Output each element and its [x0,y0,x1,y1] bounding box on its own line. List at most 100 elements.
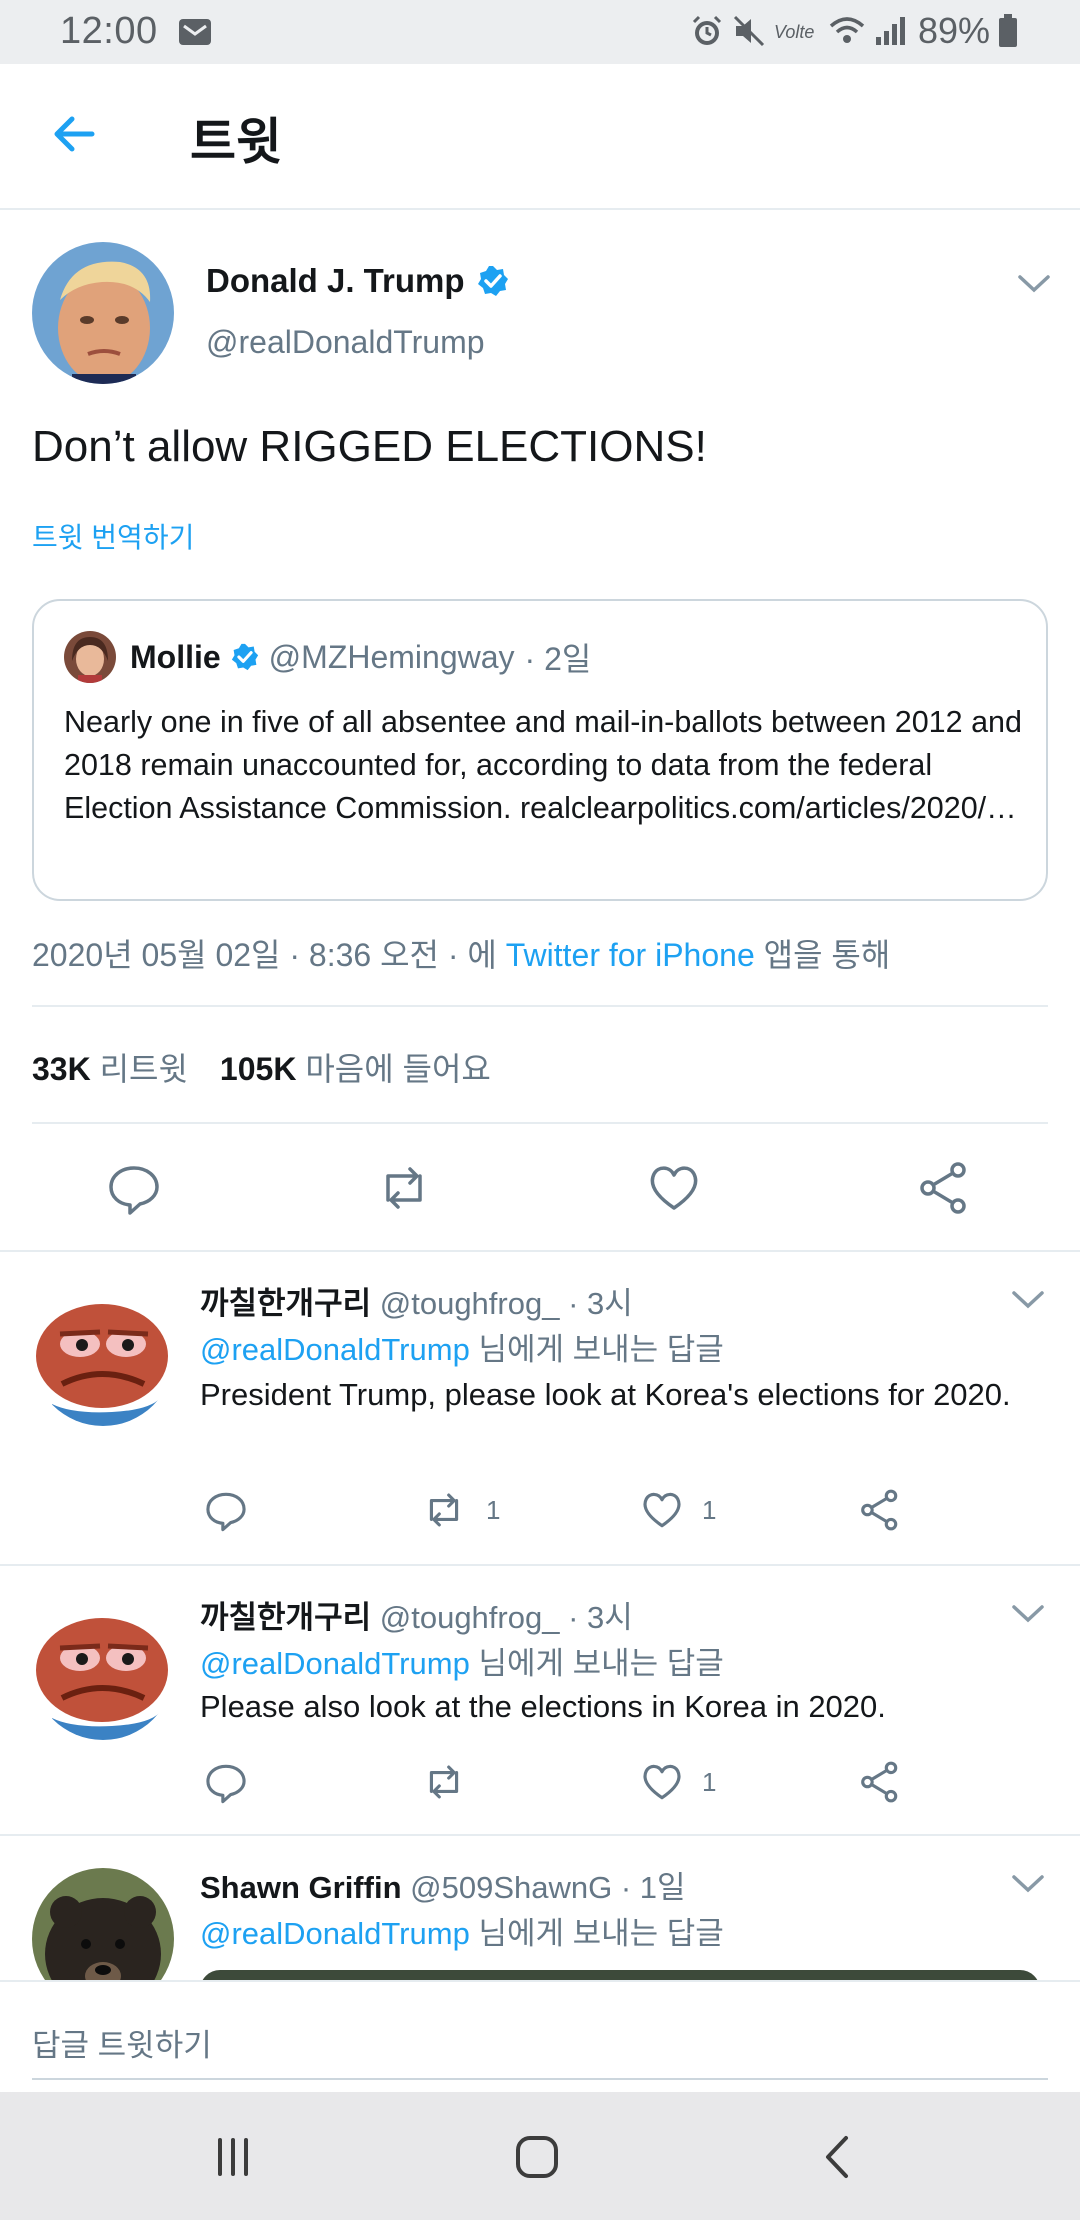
share-icon[interactable] [916,1160,972,1216]
reply-to-handle[interactable]: @realDonaldTrump [200,1332,470,1367]
reply-header: Shawn Griffin @509ShawnG · 1일 [200,1862,686,1907]
retweets-count: 33K [32,1051,91,1087]
reply-author-name[interactable]: Shawn Griffin [200,1870,402,1905]
tweet-client-link[interactable]: Twitter for iPhone [506,937,755,973]
reply-age: · 3시 [568,1600,633,1635]
author-avatar[interactable] [32,242,174,384]
reply-input-placeholder[interactable]: 답글 트윗하기 [32,2020,212,2065]
share-icon [861,1489,898,1531]
reply-action-reply[interactable] [204,1488,248,1532]
signal-icon [875,17,905,45]
divider [0,1250,1080,1252]
reply-author-avatar[interactable] [32,1598,174,1740]
status-icons: Volte 89% [690,10,1018,52]
mail-icon [179,19,211,45]
divider [32,1005,1048,1007]
alarm-icon [692,15,721,45]
recent-apps-icon[interactable] [208,2132,258,2182]
quoted-author-handle: @MZHemingway [268,638,515,675]
reply-to-suffix: 님에게 보내는 답글 [478,1646,724,1681]
like-heart-icon [643,1492,681,1528]
reply-icon [206,1492,246,1532]
reply-author-name[interactable]: 까칠한개구리 [200,1600,371,1635]
chevron-down-icon[interactable] [1016,272,1052,296]
quoted-author-name: Mollie [130,638,221,675]
reply-author-handle: @toughfrog_ [379,1600,560,1635]
reply-to-handle[interactable]: @realDonaldTrump [200,1646,470,1681]
battery-icon [999,14,1017,47]
page-title: 트윗 [190,114,282,170]
quoted-tweet[interactable]: Mollie @MZHemingway · 2일 Nearly one in f… [32,599,1048,901]
reply-to-handle[interactable]: @realDonaldTrump [200,1916,470,1951]
status-bar: 12:00 Volte 89% [0,0,1080,64]
tweet-text: Don’t allow RIGGED ELECTIONS! [32,422,707,471]
verified-badge-icon [231,643,258,671]
reply-icon [206,1764,246,1804]
quoted-tweet-header: Mollie @MZHemingway · 2일 [64,631,591,683]
mute-icon [733,15,764,47]
system-nav-bar [0,2092,1080,2220]
reply-composer[interactable]: 답글 트윗하기 [0,1980,1080,2092]
reply-to-suffix: 님에게 보내는 답글 [478,1332,724,1367]
reply-to-suffix: 님에게 보내는 답글 [478,1916,724,1951]
reply-like-count: 1 [702,1766,717,1797]
reply-age: · 3시 [568,1286,633,1321]
battery-percent: 89% [917,10,990,51]
reply-author-avatar[interactable] [32,1284,174,1426]
reply-action-retweet[interactable] [420,1760,486,1804]
retweets-label: 리트윗 [99,1051,188,1087]
reply-header: 까칠한개구리 @toughfrog_ · 3시 [200,1278,633,1323]
divider [0,1564,1080,1566]
author-name: Donald J. Trump [206,262,465,299]
reply-icon[interactable] [106,1160,162,1216]
retweet-icon [429,1765,459,1799]
chevron-down-icon[interactable] [1010,1602,1046,1626]
reply-tweet[interactable]: Shawn Griffin @509ShawnG · 1일 @realDonal… [0,1836,1080,1980]
quoted-tweet-text: Nearly one in five of all absentee and m… [64,705,1022,825]
tweet-timestamp: 2020년 05월 02일 · 8:36 오전 · 에 [32,937,497,973]
reply-action-share[interactable] [858,1760,902,1804]
reply-to-line: @realDonaldTrump 님에게 보내는 답글 [200,1324,724,1369]
home-icon[interactable] [512,2132,562,2182]
retweets-stat[interactable]: 33K 리트윗 [32,1044,188,1090]
reply-action-like[interactable]: 1 [640,1488,716,1532]
arrow-left-icon[interactable] [48,108,100,160]
like-heart-icon [643,1764,681,1800]
retweet-icon[interactable] [376,1160,432,1216]
reply-text: Please also look at the elections in Kor… [200,1689,886,1724]
reply-author-handle: @509ShawnG [410,1870,613,1905]
reply-author-handle: @toughfrog_ [379,1286,560,1321]
retweet-icon [429,1493,459,1527]
reply-retweet-count: 1 [486,1494,501,1525]
reply-like-count: 1 [702,1494,717,1525]
tweet-stats: 33K 리트윗 105K 마음에 들어요 [32,1044,491,1090]
app-bar: 트윗 [0,64,1080,210]
author-name-row[interactable]: Donald J. Trump [206,262,509,300]
reply-media-preview[interactable] [200,1970,1040,1980]
volte-icon: Volte [774,22,814,42]
reply-action-like[interactable]: 1 [640,1760,716,1804]
likes-label: 마음에 들어요 [305,1051,491,1087]
share-icon [861,1761,898,1803]
reply-age: · 1일 [620,1870,686,1905]
quoted-author-avatar [64,631,116,683]
likes-count: 105K [219,1051,297,1087]
reply-action-share[interactable] [858,1488,902,1532]
tweet-meta: 2020년 05월 02일 · 8:36 오전 · 에 Twitter for … [32,930,890,976]
chevron-down-icon[interactable] [1010,1288,1046,1312]
translate-tweet-link[interactable]: 트윗 번역하기 [32,516,194,556]
like-heart-icon[interactable] [646,1160,702,1216]
reply-action-reply[interactable] [204,1760,248,1804]
reply-text: President Trump, please look at Korea's … [200,1377,1011,1412]
reply-author-avatar[interactable] [32,1868,174,1980]
svg-text:Volte: Volte [774,22,814,42]
reply-action-retweet[interactable]: 1 [420,1488,500,1532]
likes-stat[interactable]: 105K 마음에 들어요 [220,1044,491,1090]
reply-author-name[interactable]: 까칠한개구리 [200,1286,371,1321]
reply-header: 까칠한개구리 @toughfrog_ · 3시 [200,1592,633,1637]
chevron-down-icon[interactable] [1010,1872,1046,1896]
composer-underline [32,2078,1048,2080]
back-nav-icon[interactable] [814,2132,864,2182]
wifi-icon [829,17,865,43]
tweet-client-suffix: 앱을 통해 [763,937,891,973]
